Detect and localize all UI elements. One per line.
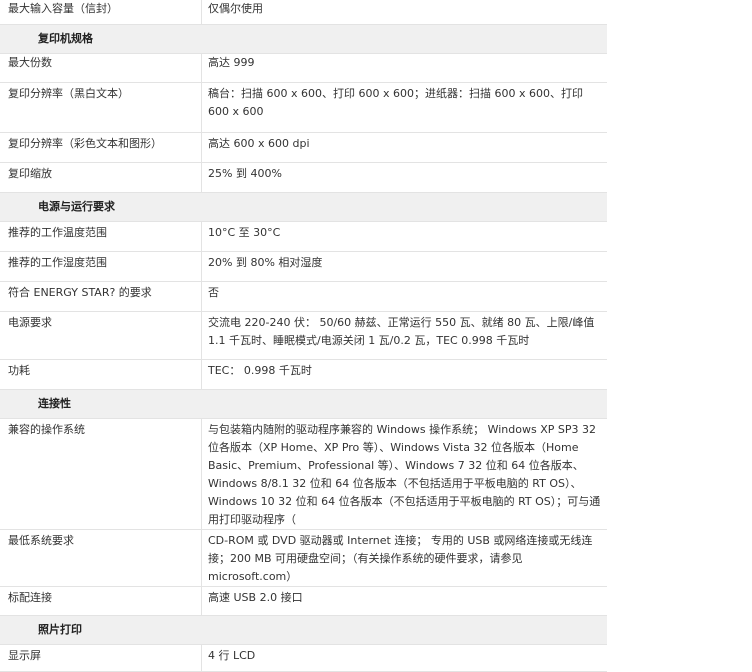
spec-label: 显示屏 xyxy=(0,644,202,672)
spec-value: 否 xyxy=(201,281,607,312)
table-row: 电源要求 交流电 220-240 伏： 50/60 赫兹、正常运行 550 瓦、… xyxy=(0,311,607,360)
spec-value: 仅偶尔使用 xyxy=(201,0,607,25)
table-row: 复印分辨率（黑白文本） 稿台：扫描 600 x 600、打印 600 x 600… xyxy=(0,82,607,133)
spec-value: 25% 到 400% xyxy=(201,162,607,193)
spec-label: 复印分辨率（黑白文本） xyxy=(0,82,202,133)
table-row: 推荐的工作温度范围 10°C 至 30°C xyxy=(0,221,607,252)
section-title: 照片打印 xyxy=(0,615,607,645)
spec-value: 10°C 至 30°C xyxy=(201,221,607,252)
spec-value: 高达 999 xyxy=(201,53,607,83)
table-row: 最大输入容量（信封） 仅偶尔使用 xyxy=(0,0,607,25)
table-row: 最低系统要求 CD-ROM 或 DVD 驱动器或 Internet 连接； 专用… xyxy=(0,529,607,587)
spec-label: 复印缩放 xyxy=(0,162,202,193)
spec-value: 交流电 220-240 伏： 50/60 赫兹、正常运行 550 瓦、就绪 80… xyxy=(201,311,607,360)
spec-table: 最大输入容量（信封） 仅偶尔使用 复印机规格 最大份数 高达 999 复印分辨率… xyxy=(0,0,607,672)
spec-label: 兼容的操作系统 xyxy=(0,418,202,530)
table-row: 符合 ENERGY STAR? 的要求 否 xyxy=(0,281,607,312)
section-header: 电源与运行要求 xyxy=(0,192,607,222)
section-header: 复印机规格 xyxy=(0,24,607,54)
section-title: 电源与运行要求 xyxy=(0,192,607,222)
table-row: 功耗 TEC： 0.998 千瓦时 xyxy=(0,359,607,390)
table-row: 复印分辨率（彩色文本和图形） 高达 600 x 600 dpi xyxy=(0,132,607,163)
spec-value: 20% 到 80% 相对湿度 xyxy=(201,251,607,282)
section-header: 照片打印 xyxy=(0,615,607,645)
spec-label: 推荐的工作温度范围 xyxy=(0,221,202,252)
spec-value: TEC： 0.998 千瓦时 xyxy=(201,359,607,390)
spec-value: 高速 USB 2.0 接口 xyxy=(201,586,607,616)
spec-label: 复印分辨率（彩色文本和图形） xyxy=(0,132,202,163)
spec-label: 推荐的工作湿度范围 xyxy=(0,251,202,282)
spec-label: 功耗 xyxy=(0,359,202,390)
spec-label: 最大输入容量（信封） xyxy=(0,0,202,25)
section-header: 连接性 xyxy=(0,389,607,419)
table-row: 复印缩放 25% 到 400% xyxy=(0,162,607,193)
spec-value: 高达 600 x 600 dpi xyxy=(201,132,607,163)
section-title: 连接性 xyxy=(0,389,607,419)
spec-value: 4 行 LCD xyxy=(201,644,607,672)
spec-label: 电源要求 xyxy=(0,311,202,360)
table-row: 兼容的操作系统 与包装箱内随附的驱动程序兼容的 Windows 操作系统； Wi… xyxy=(0,418,607,530)
table-row: 显示屏 4 行 LCD xyxy=(0,644,607,672)
spec-label: 标配连接 xyxy=(0,586,202,616)
spec-label: 最低系统要求 xyxy=(0,529,202,587)
section-title: 复印机规格 xyxy=(0,24,607,54)
spec-label: 最大份数 xyxy=(0,53,202,83)
spec-label: 符合 ENERGY STAR? 的要求 xyxy=(0,281,202,312)
table-row: 推荐的工作湿度范围 20% 到 80% 相对湿度 xyxy=(0,251,607,282)
spec-value: CD-ROM 或 DVD 驱动器或 Internet 连接； 专用的 USB 或… xyxy=(201,529,607,587)
table-row: 最大份数 高达 999 xyxy=(0,53,607,83)
table-row: 标配连接 高速 USB 2.0 接口 xyxy=(0,586,607,616)
spec-value: 与包装箱内随附的驱动程序兼容的 Windows 操作系统； Windows XP… xyxy=(201,418,607,530)
spec-value: 稿台：扫描 600 x 600、打印 600 x 600；进纸器：扫描 600 … xyxy=(201,82,607,133)
